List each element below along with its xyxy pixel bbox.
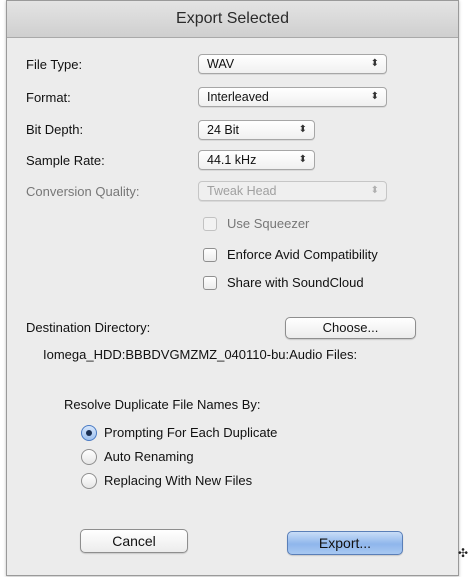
radio-auto-renaming[interactable] [81,449,97,465]
radio-auto-renaming-label: Auto Renaming [104,449,194,464]
popup-arrows-icon: ⬍ [370,58,379,69]
use-squeezer-checkbox[interactable] [203,217,217,231]
radio-replacing[interactable] [81,473,97,489]
conversion-quality-value: Tweak Head [207,184,277,198]
file-type-popup[interactable]: WAV ⬍ [198,54,387,74]
choose-button[interactable]: Choose... [285,317,416,339]
sample-rate-popup[interactable]: 44.1 kHz ⬍ [198,150,315,170]
file-type-label: File Type: [26,57,83,72]
popup-arrows-icon: ⬍ [298,154,307,165]
use-squeezer-label: Use Squeezer [227,216,310,231]
crosshair-cursor-icon: ✣ [458,546,469,560]
file-type-value: WAV [207,57,235,71]
radio-prompting[interactable] [81,425,97,441]
destination-path: Iomega_HDD:BBBDVGMZMZ_040110-bu:Audio Fi… [43,347,358,362]
format-popup[interactable]: Interleaved ⬍ [198,87,387,107]
dialog-title: Export Selected [7,1,458,38]
format-label: Format: [26,90,71,105]
popup-arrows-icon: ⬍ [370,185,379,196]
bit-depth-label: Bit Depth: [26,122,84,137]
bit-depth-popup[interactable]: 24 Bit ⬍ [198,120,315,140]
sample-rate-value: 44.1 kHz [207,153,257,167]
export-selected-dialog: Export Selected File Type: WAV ⬍ Format:… [6,0,459,576]
resolve-duplicates-label: Resolve Duplicate File Names By: [64,397,261,412]
popup-arrows-icon: ⬍ [370,91,379,102]
share-soundcloud-checkbox[interactable] [203,276,217,290]
sample-rate-label: Sample Rate: [26,153,105,168]
destination-label: Destination Directory: [26,320,151,335]
cancel-button[interactable]: Cancel [80,529,188,553]
enforce-avid-label: Enforce Avid Compatibility [227,247,378,262]
format-value: Interleaved [207,90,269,104]
popup-arrows-icon: ⬍ [298,124,307,135]
export-button[interactable]: Export... [287,531,403,555]
radio-replacing-label: Replacing With New Files [104,473,253,488]
share-soundcloud-label: Share with SoundCloud [227,275,364,290]
radio-prompting-label: Prompting For Each Duplicate [104,425,278,440]
conversion-quality-popup[interactable]: Tweak Head ⬍ [198,181,387,201]
enforce-avid-checkbox[interactable] [203,248,217,262]
conversion-quality-label: Conversion Quality: [26,184,140,199]
bit-depth-value: 24 Bit [207,123,239,137]
